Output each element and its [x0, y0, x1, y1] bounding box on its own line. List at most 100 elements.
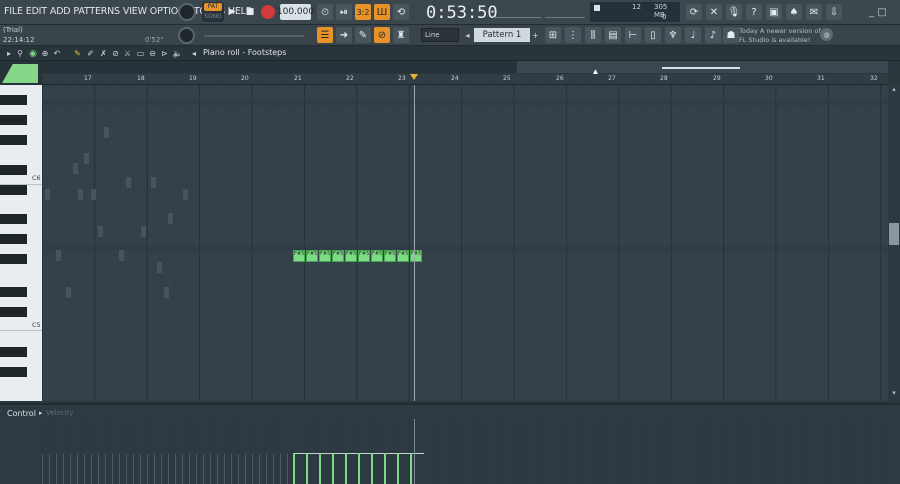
menu-edit[interactable]: EDIT [26, 6, 47, 17]
menu-patterns[interactable]: PATTERNS [73, 6, 120, 17]
plugin-picker-icon[interactable]: ♆ [665, 27, 681, 43]
piano-keyboard[interactable]: C6 C5 [0, 85, 42, 401]
microphone-icon[interactable]: 🎙 [726, 4, 742, 20]
touch-keyboard-icon[interactable]: ♪ [705, 27, 721, 43]
velocity-bar[interactable] [397, 453, 399, 484]
note[interactable]: F#5 [384, 250, 396, 262]
countdown-icon[interactable]: 3:2 [355, 4, 371, 20]
menu-add[interactable]: ADD [50, 6, 71, 17]
velocity-bar[interactable] [319, 453, 321, 484]
download-icon[interactable]: ⇩ [826, 4, 842, 20]
pat-song-switch[interactable]: PAT SONG [202, 2, 224, 22]
pencil-mode-icon[interactable]: ✎ [355, 27, 371, 43]
plugin-icon[interactable]: ▯ [645, 27, 661, 43]
zoom-icon[interactable]: ⊖ [147, 47, 158, 60]
black-key[interactable] [0, 135, 27, 145]
delete-icon[interactable]: ✗ [98, 47, 109, 60]
note[interactable]: F#5 [319, 250, 331, 262]
menu-file[interactable]: FILE [4, 6, 23, 17]
black-key[interactable] [0, 254, 27, 264]
wait-input-icon[interactable]: ⏯ [336, 4, 352, 20]
arrow-right-icon[interactable]: ➜ [336, 27, 352, 43]
save-icon[interactable]: ▣ [766, 4, 782, 20]
record-button[interactable] [261, 5, 275, 19]
main-pitch-knob[interactable] [178, 27, 195, 44]
channel-rack-icon[interactable]: ⋮ [565, 27, 581, 43]
globe-icon[interactable]: ◍ [820, 28, 833, 41]
black-key[interactable] [0, 165, 27, 175]
velocity-bar[interactable] [293, 453, 295, 484]
note[interactable]: F#5 [332, 250, 344, 262]
menu-view[interactable]: VIEW [123, 6, 147, 17]
scroll-down-button[interactable]: ▾ [888, 389, 900, 399]
mixer-icon[interactable]: ⫼ [585, 27, 601, 43]
velocity-bar[interactable] [345, 453, 347, 484]
window-controls[interactable]: _ □ [862, 4, 894, 20]
help-icon[interactable]: ? [746, 4, 762, 20]
snap-corner-green[interactable] [0, 61, 42, 85]
overview-strip[interactable]: ▲ [42, 61, 888, 78]
draw-icon[interactable]: ✎ [72, 47, 83, 60]
scroll-thumb[interactable] [889, 223, 899, 245]
control-label[interactable]: Control [7, 409, 36, 418]
note-grid[interactable]: F#5 F#5 F#5 F#5 F#5 F#5 F#5 F#5 F#5 F#5 [42, 85, 888, 401]
note[interactable]: F#5 [371, 250, 383, 262]
master-volume-knob[interactable] [178, 3, 196, 21]
slice-icon[interactable]: ⚔ [122, 47, 133, 60]
pitch-slider[interactable] [204, 35, 304, 37]
note[interactable]: F#5 [345, 250, 357, 262]
chat-icon[interactable]: ✉ [806, 4, 822, 20]
note[interactable]: F#5 [306, 250, 318, 262]
undo-icon[interactable]: ↶ [52, 47, 62, 60]
playhead-marker[interactable] [410, 74, 418, 80]
pattern-mode-icon[interactable]: ☰ [317, 27, 333, 43]
pattern-prev-button[interactable]: ◂ [463, 28, 472, 42]
metronome-icon[interactable]: ⏲ [317, 4, 333, 20]
paint-icon[interactable]: ✐ [85, 47, 96, 60]
vertical-scrollbar[interactable]: ▴ ▾ [888, 85, 900, 401]
mic-stand-icon[interactable]: ♩ [685, 27, 701, 43]
velocity-bar[interactable] [410, 453, 412, 484]
black-key[interactable] [0, 95, 27, 105]
note[interactable]: F#5 [358, 250, 370, 262]
black-key[interactable] [0, 347, 27, 357]
velocity-bar[interactable] [371, 453, 373, 484]
scroll-up-button[interactable]: ▴ [888, 85, 900, 95]
velocity-bar[interactable] [358, 453, 360, 484]
velocity-bar[interactable] [306, 453, 308, 484]
playback-icon[interactable]: ⊳ [159, 47, 170, 60]
play-button[interactable]: ▶ [224, 4, 240, 20]
black-key[interactable] [0, 115, 27, 125]
dj-icon[interactable]: ☗ [723, 27, 739, 43]
link-icon[interactable]: ⊘ [374, 27, 390, 43]
black-key[interactable] [0, 307, 27, 317]
select-icon[interactable]: ▭ [135, 47, 146, 60]
black-key[interactable] [0, 185, 27, 195]
channel-arrow-icon[interactable]: ◂ [189, 47, 199, 60]
tools-icon[interactable]: ✕ [706, 4, 722, 20]
note[interactable]: F#5 [293, 250, 305, 262]
mute-icon[interactable]: ⊘ [110, 47, 121, 60]
browser-icon[interactable]: ♠ [786, 4, 802, 20]
stop-button[interactable]: ■ [242, 4, 258, 20]
stamp-icon[interactable]: ♜ [393, 27, 409, 43]
pattern-selector[interactable]: Pattern 1 [474, 28, 530, 42]
black-key[interactable] [0, 214, 27, 224]
velocity-bar[interactable] [332, 453, 334, 484]
snap-select[interactable]: Line [421, 28, 459, 42]
magnet-icon[interactable]: ⚲ [14, 47, 26, 60]
note[interactable]: F#5 [410, 250, 422, 262]
note[interactable]: F#5 [397, 250, 409, 262]
undo-history-icon[interactable]: ⟳ [686, 4, 702, 20]
piano-roll-icon[interactable]: ▤ [605, 27, 621, 43]
step-icon[interactable]: ⊕ [40, 47, 50, 60]
tempo-display[interactable]: 100.000 [277, 4, 314, 20]
browser-tree-icon[interactable]: ⊢ [625, 27, 641, 43]
velocity-bar[interactable] [384, 453, 386, 484]
black-key[interactable] [0, 367, 27, 377]
timeline-ruler[interactable]: 17 18 19 20 21 22 23 24 25 26 27 28 29 3… [42, 74, 888, 85]
speaker-icon[interactable]: 🔈 [172, 47, 183, 60]
loop-record-icon[interactable]: ⟲ [393, 4, 409, 20]
playlist-icon[interactable]: ⊞ [545, 27, 561, 43]
black-key[interactable] [0, 234, 27, 244]
